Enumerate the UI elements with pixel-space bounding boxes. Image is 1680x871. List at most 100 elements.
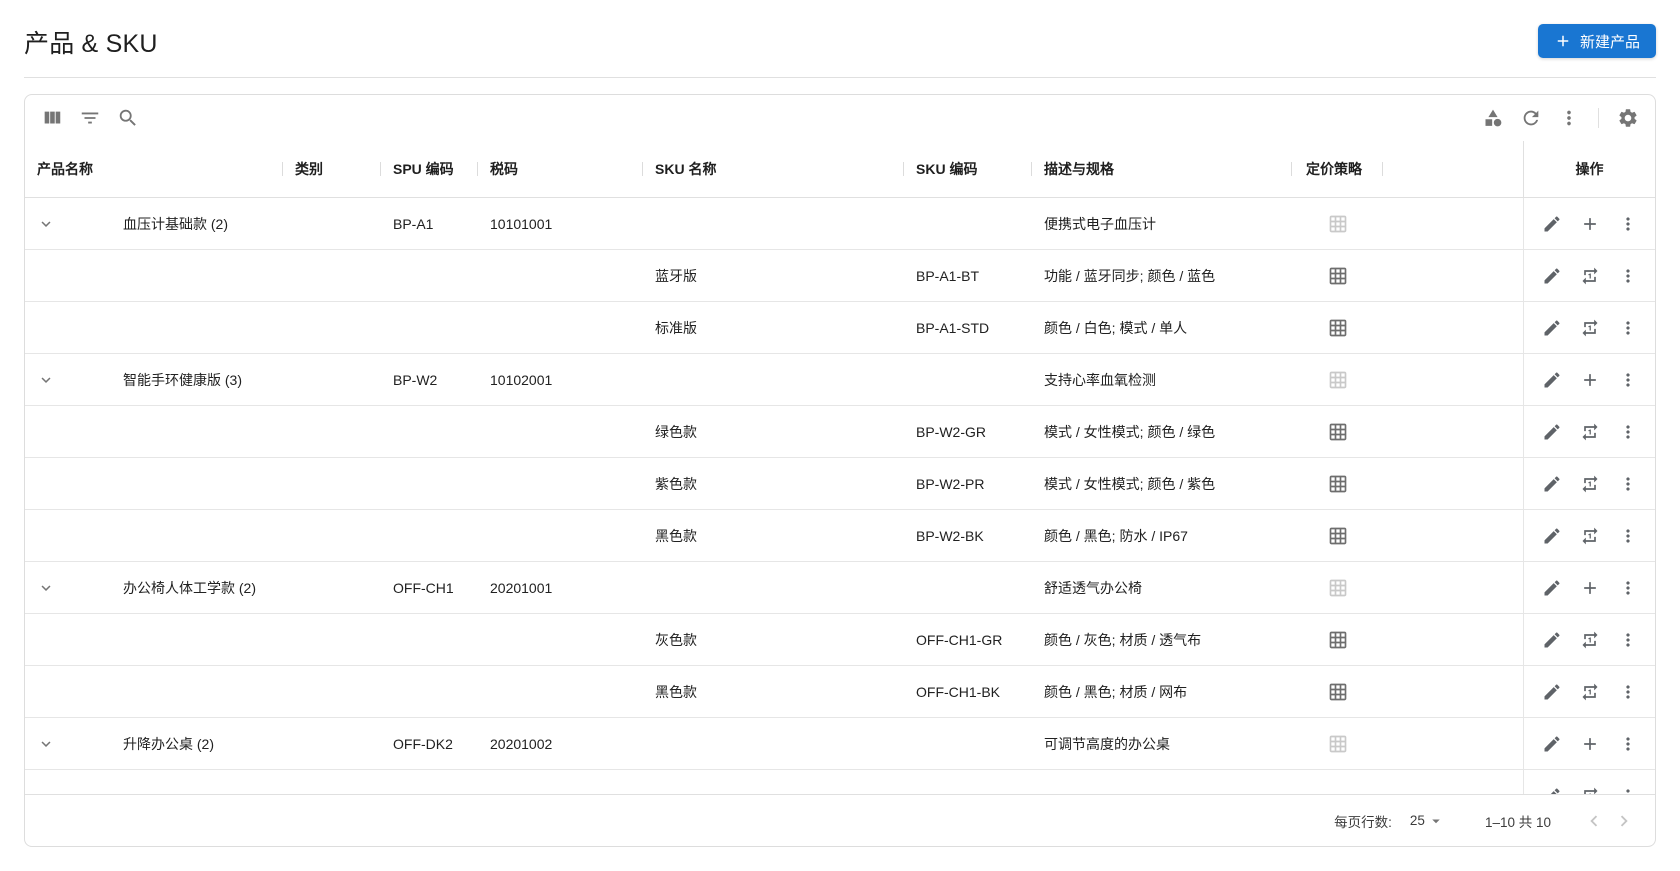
sku-row: 紫色款 BP-W2-PR 模式 / 女性模式; 颜色 / 紫色: [25, 458, 1655, 510]
cell-tax-code: [478, 666, 643, 717]
column-header-spu-code[interactable]: SPU 编码: [381, 141, 478, 197]
expand-toggle-button[interactable]: [33, 211, 59, 237]
pagination-bar: 每页行数: 25 1–10 共 10: [25, 794, 1655, 846]
edit-icon: [1542, 266, 1562, 286]
repeat-one-button[interactable]: [1576, 262, 1604, 290]
cell-sku-code: [904, 718, 1032, 769]
cell-description: 模式 / 女性模式; 颜色 / 绿色: [1032, 406, 1292, 457]
repeat-one-icon: [1580, 630, 1600, 650]
pricing-strategy-button[interactable]: [1324, 626, 1352, 654]
rows-per-page-select[interactable]: 25: [1410, 812, 1445, 830]
repeat-one-button[interactable]: [1576, 782, 1604, 794]
column-header-label: 税码: [490, 161, 518, 177]
repeat-one-button[interactable]: [1576, 522, 1604, 550]
repeat-one-button[interactable]: [1576, 678, 1604, 706]
edit-button[interactable]: [1538, 314, 1566, 342]
refresh-button[interactable]: [1515, 102, 1547, 134]
pricing-strategy-button[interactable]: [1324, 262, 1352, 290]
add-sku-button[interactable]: [1576, 730, 1604, 758]
cell-description-text: 颜色 / 黑色; 材质 / 网布: [1044, 683, 1188, 700]
columns-button[interactable]: [36, 102, 68, 134]
pricing-strategy-button[interactable]: [1324, 522, 1352, 550]
repeat-one-button[interactable]: [1576, 314, 1604, 342]
row-more-button[interactable]: [1614, 782, 1642, 794]
expand-toggle-button[interactable]: [33, 367, 59, 393]
previous-page-button[interactable]: [1579, 806, 1609, 836]
row-more-button[interactable]: [1614, 678, 1642, 706]
add-sku-button[interactable]: [1576, 574, 1604, 602]
edit-button[interactable]: [1538, 210, 1566, 238]
cell-tax-code: [478, 406, 643, 457]
cell-sku-code-text: BP-W2-GR: [916, 423, 986, 440]
cell-actions: [1523, 718, 1655, 769]
cell-sku-code: OFF-CH1-GR: [904, 614, 1032, 665]
row-more-button[interactable]: [1614, 366, 1642, 394]
next-page-button[interactable]: [1609, 806, 1639, 836]
column-header-pricing-strategy[interactable]: 定价策略: [1292, 141, 1383, 197]
column-header-description-specs[interactable]: 描述与规格: [1032, 141, 1292, 197]
edit-button[interactable]: [1538, 782, 1566, 794]
edit-button[interactable]: [1538, 678, 1566, 706]
table-header-row: 产品名称 类别 SPU 编码 税码 SKU 名称 SKU 编码 描述与规格 定价策略 操作: [25, 141, 1655, 198]
repeat-one-button[interactable]: [1576, 626, 1604, 654]
edit-button[interactable]: [1538, 730, 1566, 758]
settings-button[interactable]: [1612, 102, 1644, 134]
cell-pricing-strategy: [1292, 666, 1383, 717]
page-title: 产品 & SKU: [24, 30, 158, 58]
cell-sku-code: BP-A1-STD: [904, 302, 1032, 353]
column-header-category[interactable]: 类别: [283, 141, 381, 197]
cell-sku-name: 黑色款: [643, 510, 904, 561]
product-name-text: 血压计基础款 (2): [123, 215, 228, 232]
expand-toggle-button[interactable]: [33, 575, 59, 601]
edit-button[interactable]: [1538, 470, 1566, 498]
row-more-button[interactable]: [1614, 522, 1642, 550]
edit-button[interactable]: [1538, 262, 1566, 290]
expand-toggle-button[interactable]: [33, 731, 59, 757]
cell-category: [283, 250, 381, 301]
cell-category: [283, 354, 381, 405]
cell-tax-code-text: 20201002: [490, 735, 553, 752]
add-sku-button[interactable]: [1576, 210, 1604, 238]
pricing-strategy-button[interactable]: [1324, 470, 1352, 498]
add-sku-button[interactable]: [1576, 366, 1604, 394]
new-product-button[interactable]: 新建产品: [1537, 24, 1656, 58]
column-header-sku-code[interactable]: SKU 编码: [904, 141, 1032, 197]
row-more-button[interactable]: [1614, 314, 1642, 342]
cell-product-name: [25, 302, 283, 353]
row-more-button[interactable]: [1614, 262, 1642, 290]
toolbar-more-button[interactable]: [1553, 102, 1585, 134]
edit-button[interactable]: [1538, 626, 1566, 654]
repeat-one-icon: [1580, 318, 1600, 338]
edit-button[interactable]: [1538, 418, 1566, 446]
edit-button[interactable]: [1538, 522, 1566, 550]
column-header-product-name[interactable]: 产品名称: [25, 141, 283, 197]
repeat-one-button[interactable]: [1576, 418, 1604, 446]
cell-sku-name-text: 蓝牙版: [655, 267, 697, 284]
column-header-tax-code[interactable]: 税码: [478, 141, 643, 197]
row-more-button[interactable]: [1614, 626, 1642, 654]
pricing-strategy-button[interactable]: [1324, 678, 1352, 706]
cell-sku-code-text: BP-W2-PR: [916, 475, 985, 492]
cell-tax-code: 20201001: [478, 562, 643, 613]
cell-description-text: 功能 / 蓝牙同步; 颜色 / 蓝色: [1044, 267, 1216, 284]
row-more-button[interactable]: [1614, 210, 1642, 238]
grid-on-icon: [1328, 370, 1348, 390]
pricing-strategy-button[interactable]: [1324, 314, 1352, 342]
filter-button[interactable]: [74, 102, 106, 134]
row-more-button[interactable]: [1614, 730, 1642, 758]
column-header-sku-name[interactable]: SKU 名称: [643, 141, 904, 197]
pricing-strategy-button[interactable]: [1324, 418, 1352, 446]
shapes-button[interactable]: [1477, 102, 1509, 134]
cell-sku-name-text: 黑色款: [655, 527, 697, 544]
search-button[interactable]: [112, 102, 144, 134]
repeat-one-button[interactable]: [1576, 470, 1604, 498]
row-more-button[interactable]: [1614, 574, 1642, 602]
cell-empty: [1383, 198, 1523, 249]
cell-spu-code: [381, 614, 478, 665]
column-header-label: SPU 编码: [393, 161, 454, 177]
row-more-button[interactable]: [1614, 418, 1642, 446]
edit-button[interactable]: [1538, 574, 1566, 602]
pricing-strategy-button: [1324, 366, 1352, 394]
edit-button[interactable]: [1538, 366, 1566, 394]
row-more-button[interactable]: [1614, 470, 1642, 498]
